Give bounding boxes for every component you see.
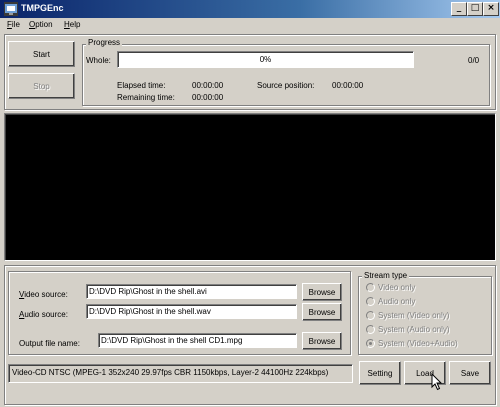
mouse-cursor-icon [431, 373, 443, 391]
remaining-value: 00:00:00 [192, 93, 224, 102]
radio-system-audio-only: System (Audio only) [366, 325, 450, 334]
menu-help-label: elp [69, 20, 81, 29]
output-browse-button[interactable]: Browse [302, 332, 342, 350]
video-source-label: Video source: [19, 290, 68, 299]
radio-button [366, 311, 375, 320]
radio-audio-only: Audio only [366, 297, 415, 306]
tmpgenc-app-icon [4, 2, 18, 16]
close-icon: × [487, 3, 495, 13]
encode-settings-summary: Video-CD NTSC (MPEG-1 352x240 29.97fps C… [8, 364, 353, 383]
output-file-field[interactable]: D:\DVD Rip\Ghost in the shell CD1.mpg [98, 333, 297, 348]
menu-file-label: ile [11, 20, 20, 29]
radio-button-checked [366, 339, 375, 348]
radio-video-only: Video only [366, 283, 415, 292]
radio-button [366, 283, 375, 292]
menu-option[interactable]: Option [29, 20, 53, 29]
radio-system-video-only: System (Video only) [366, 311, 449, 320]
audio-source-label-text: udio source: [24, 310, 68, 319]
source-position-label: Source position: [257, 81, 315, 90]
menu-option-label: ption [35, 20, 53, 29]
whole-label: Whole: [86, 56, 111, 65]
stream-type-title: Stream type [362, 271, 410, 280]
audio-browse-button[interactable]: Browse [302, 303, 342, 321]
menu-file[interactable]: File [7, 20, 20, 29]
menu-help[interactable]: Help [64, 20, 80, 29]
audio-source-label: Audio source: [19, 310, 68, 319]
menu-bar: File Option Help [0, 18, 500, 35]
radio-system-video-audio: System (Video+Audio) [366, 339, 458, 348]
radio-label: System (Video+Audio) [378, 339, 458, 348]
video-preview [4, 113, 496, 261]
elapsed-value: 00:00:00 [192, 81, 224, 90]
video-browse-button[interactable]: Browse [302, 283, 342, 301]
window-title: TMPGEnc [21, 3, 64, 13]
radio-label: Audio only [378, 297, 416, 306]
maximize-button[interactable]: □ [467, 2, 483, 16]
minimize-icon: _ [456, 3, 462, 13]
video-source-label-text: ideo source: [24, 290, 68, 299]
progress-count: 0/0 [468, 56, 480, 65]
minimize-button[interactable]: _ [451, 2, 467, 16]
close-button[interactable]: × [483, 2, 499, 16]
start-button[interactable]: Start [8, 41, 75, 67]
radio-button [366, 297, 375, 306]
radio-button [366, 325, 375, 334]
maximize-icon: □ [470, 3, 480, 13]
video-source-field[interactable]: D:\DVD Rip\Ghost in the shell.avi [86, 284, 297, 299]
progress-percent: 0% [259, 55, 272, 64]
audio-source-field[interactable]: D:\DVD Rip\Ghost in the shell.wav [86, 304, 297, 319]
elapsed-label: Elapsed time: [117, 81, 166, 90]
title-bar[interactable]: TMPGEnc _ □ × [0, 0, 500, 18]
stop-button: Stop [8, 73, 75, 99]
remaining-label: Remaining time: [117, 93, 175, 102]
radio-label: System (Video only) [378, 311, 450, 320]
setting-button[interactable]: Setting [359, 361, 401, 385]
output-file-label: Output file name: [19, 339, 80, 348]
radio-label: Video only [378, 283, 416, 292]
progress-group-title: Progress [86, 38, 123, 47]
save-button[interactable]: Save [449, 361, 491, 385]
radio-label: System (Audio only) [378, 325, 450, 334]
source-position-value: 00:00:00 [332, 81, 364, 90]
